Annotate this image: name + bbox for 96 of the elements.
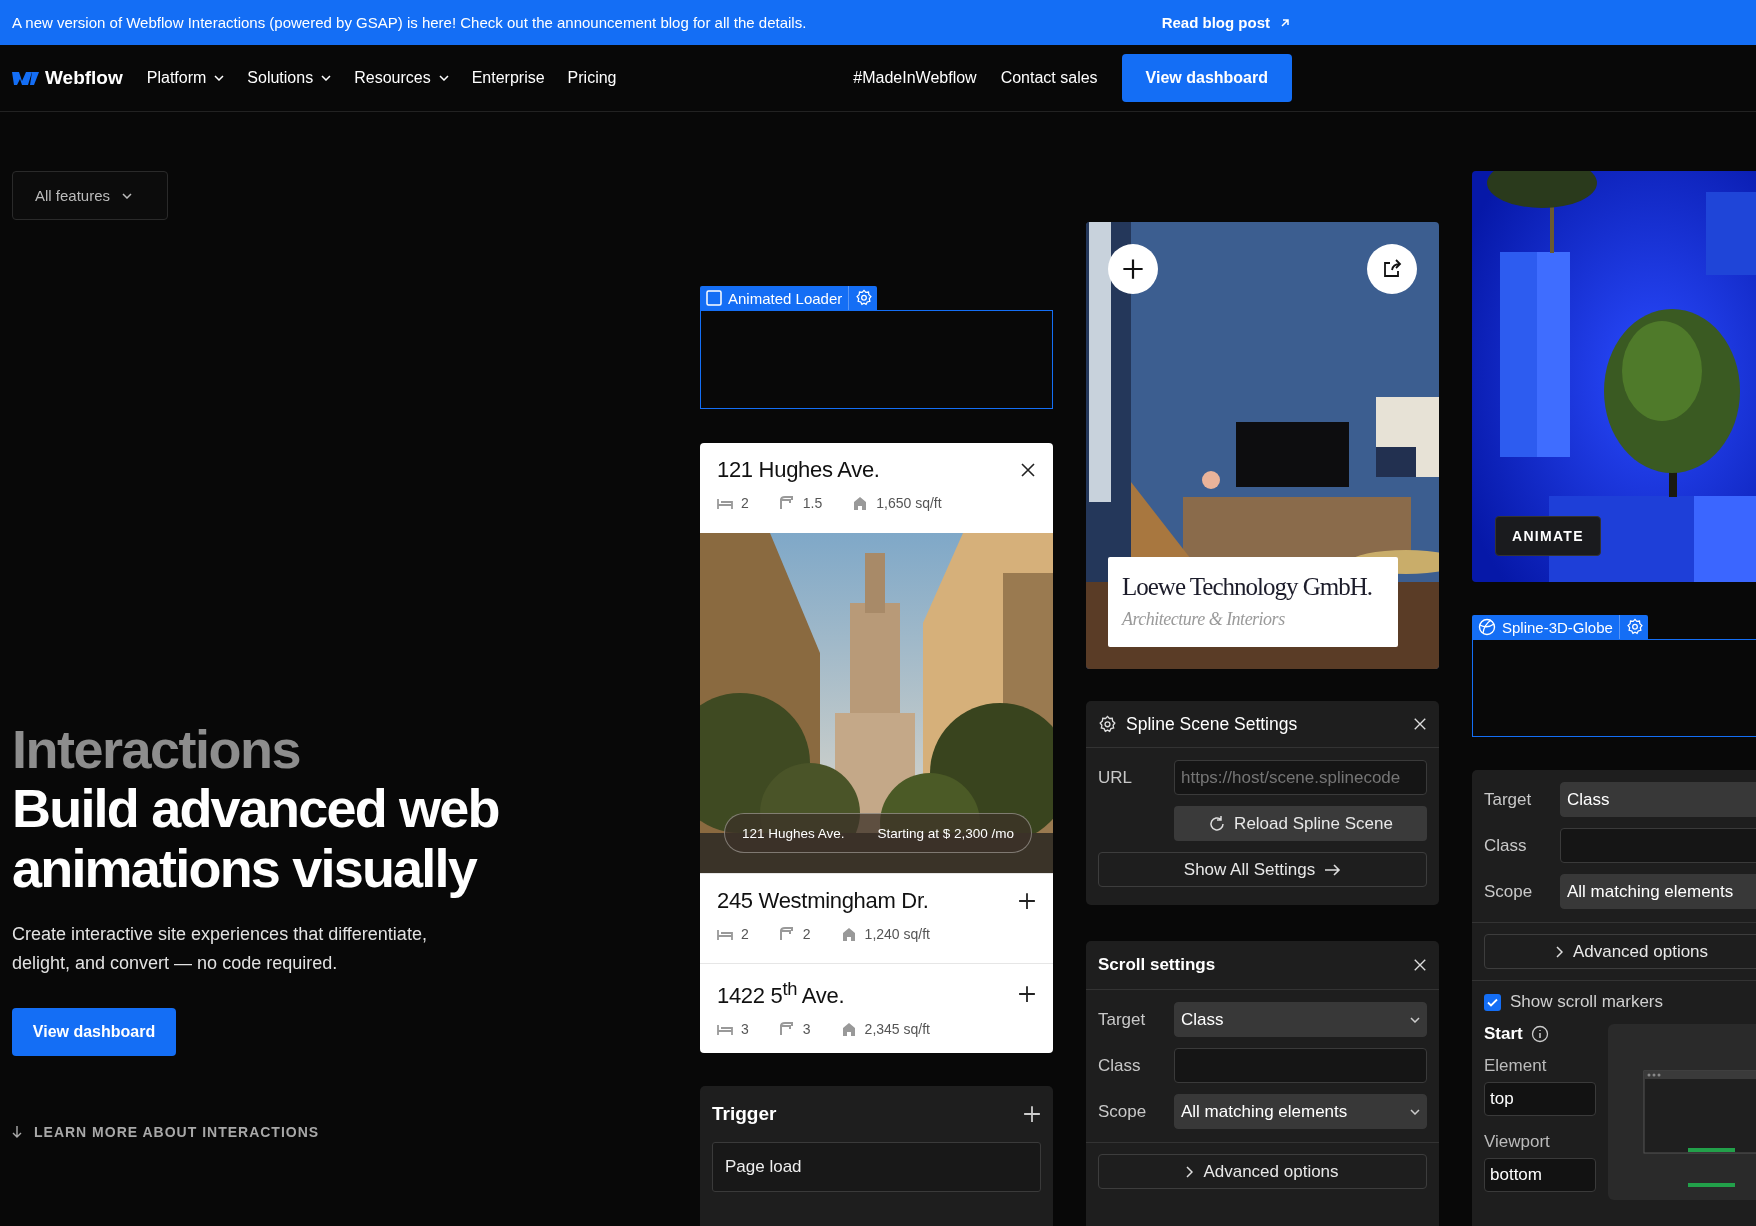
banner-text: A new version of Webflow Interactions (powered by GSAP) is here! Check out the announcement blog for all the details. [12, 14, 807, 31]
hero-description: Create interactive site experiences that differentiate, delight, and convert — no code required. [12, 923, 428, 975]
panel-title: Scroll settings [1098, 955, 1217, 975]
house-icon [840, 1021, 857, 1038]
pill-address: 121 Hughes Ave. [742, 825, 845, 841]
select-field[interactable]: Class [1174, 1002, 1427, 1037]
show-settings-button[interactable]: Show All Settings [1098, 852, 1427, 887]
nav-link[interactable]: Pricing [567, 69, 617, 87]
close-icon[interactable] [1020, 462, 1036, 478]
panel-title: Spline Scene Settings [1126, 713, 1299, 735]
blog-link[interactable]: Read blog post [1161, 14, 1290, 31]
field-label: Target [1484, 789, 1533, 810]
bath-count: 1.5 [802, 495, 823, 511]
plus-icon[interactable] [1018, 892, 1036, 910]
bed-icon [717, 496, 733, 510]
refresh-icon [1208, 814, 1227, 833]
text-field[interactable]: bottom [1484, 1158, 1596, 1192]
listing-title[interactable]: 1422 5$^{th}$ Ave. [717, 978, 845, 1010]
chevron-right-icon [1186, 1165, 1194, 1178]
globe-icon [1478, 618, 1496, 636]
nav-link[interactable]: Enterprise [471, 69, 545, 87]
area-text: 2,345 sq/ft [864, 1021, 930, 1038]
square-icon [706, 290, 722, 306]
gear-icon [1098, 714, 1117, 734]
panel-title: Trigger [712, 1103, 778, 1125]
checkbox[interactable] [1484, 993, 1501, 1011]
arrow-down-icon [12, 1125, 22, 1138]
text-field[interactable] [1174, 1048, 1427, 1083]
listing-title[interactable]: 121 Hughes Ave. [717, 457, 880, 483]
faucet-icon [778, 926, 795, 942]
arrow-right-icon [1325, 863, 1342, 876]
nav-link[interactable]: #MadeInWebflow [853, 69, 977, 87]
nav-link[interactable]: Platform [146, 69, 225, 87]
bed-icon [717, 1022, 733, 1037]
field-label: Target [1098, 1009, 1147, 1030]
animate-button[interactable]: ANIMATE [1495, 516, 1601, 556]
learn-more-link[interactable]: LEARN MORE ABOUT INTERACTIONS [12, 1123, 320, 1140]
trigger-field[interactable]: Page load [712, 1142, 1041, 1192]
select-field[interactable]: All matching elements [1174, 1094, 1427, 1129]
text-field[interactable] [1560, 828, 1756, 863]
plus-icon[interactable] [1018, 984, 1036, 1003]
field-label: Scope [1098, 1101, 1148, 1122]
pill-price: Starting at $ 2,300 /mo [877, 825, 1014, 841]
field-label: Element [1484, 1056, 1548, 1076]
element-tag[interactable]: Spline-3D-Globe [1472, 615, 1648, 639]
chevron-down-icon [1410, 1016, 1420, 1023]
advanced-options-button[interactable]: Advanced options [1484, 934, 1756, 969]
chevron-down-icon [1410, 1108, 1420, 1115]
share-icon [1381, 258, 1403, 280]
text-field[interactable]: top [1484, 1082, 1596, 1116]
section-heading: Start [1484, 1024, 1523, 1044]
features-dropdown[interactable]: All features [12, 171, 168, 220]
dashboard-button[interactable]: View dashboard [1121, 54, 1292, 102]
gear-icon [855, 289, 874, 307]
field-label: Scope [1484, 881, 1534, 902]
checkbox-label: Show scroll markers [1510, 992, 1664, 1012]
bed-count: 2 [741, 495, 749, 511]
nav-link[interactable]: Solutions [247, 69, 332, 87]
listing-title[interactable]: 245 Westmingham Dr. [717, 888, 929, 914]
brand-tagline: Architecture & Interiors [1122, 609, 1286, 630]
chevron-right-icon [1555, 945, 1563, 958]
logo-text[interactable]: Webflow [45, 67, 123, 89]
brand-name: Loewe Technology GmbH. [1122, 572, 1373, 602]
info-icon [1530, 1025, 1549, 1043]
reload-button[interactable]: Reload Spline Scene [1174, 806, 1427, 841]
hero-heading: Build advanced web animations visually [12, 779, 500, 899]
nav-link[interactable]: Contact sales [1000, 69, 1098, 87]
check-icon [1487, 997, 1498, 1007]
plus-icon[interactable] [1122, 258, 1144, 280]
field-label: Viewport [1484, 1132, 1551, 1152]
area-text: 1,650 sq/ft [876, 495, 942, 511]
house-icon [840, 926, 857, 942]
area-text: 1,240 sq/ft [864, 926, 930, 942]
field-label: Class [1484, 835, 1528, 856]
logo-icon [12, 70, 39, 86]
field-label: Class [1098, 1055, 1142, 1076]
bath-count: 3 [802, 1021, 811, 1038]
bed-count: 2 [741, 926, 749, 942]
element-tag[interactable]: Animated Loader [700, 286, 878, 310]
select-field[interactable]: Class [1560, 782, 1756, 817]
faucet-icon [778, 495, 795, 511]
faucet-icon [778, 1021, 795, 1038]
select-field[interactable]: All matching elements [1560, 874, 1756, 909]
field-label: URL [1098, 767, 1133, 788]
arrow-up-right-icon [1280, 17, 1290, 28]
chevron-down-icon [122, 192, 133, 199]
nav-link[interactable]: Resources [354, 69, 449, 87]
advanced-options-button[interactable]: Advanced options [1098, 1154, 1427, 1189]
url-field[interactable]: https://host/scene.splinecode [1174, 760, 1427, 795]
section-eyebrow: Interactions [12, 720, 301, 780]
gear-icon [1625, 618, 1644, 636]
bed-icon [717, 927, 733, 941]
bed-count: 3 [741, 1021, 749, 1038]
dashboard-button[interactable]: View dashboard [12, 1007, 176, 1056]
house-icon [852, 495, 869, 511]
bath-count: 2 [802, 926, 811, 942]
